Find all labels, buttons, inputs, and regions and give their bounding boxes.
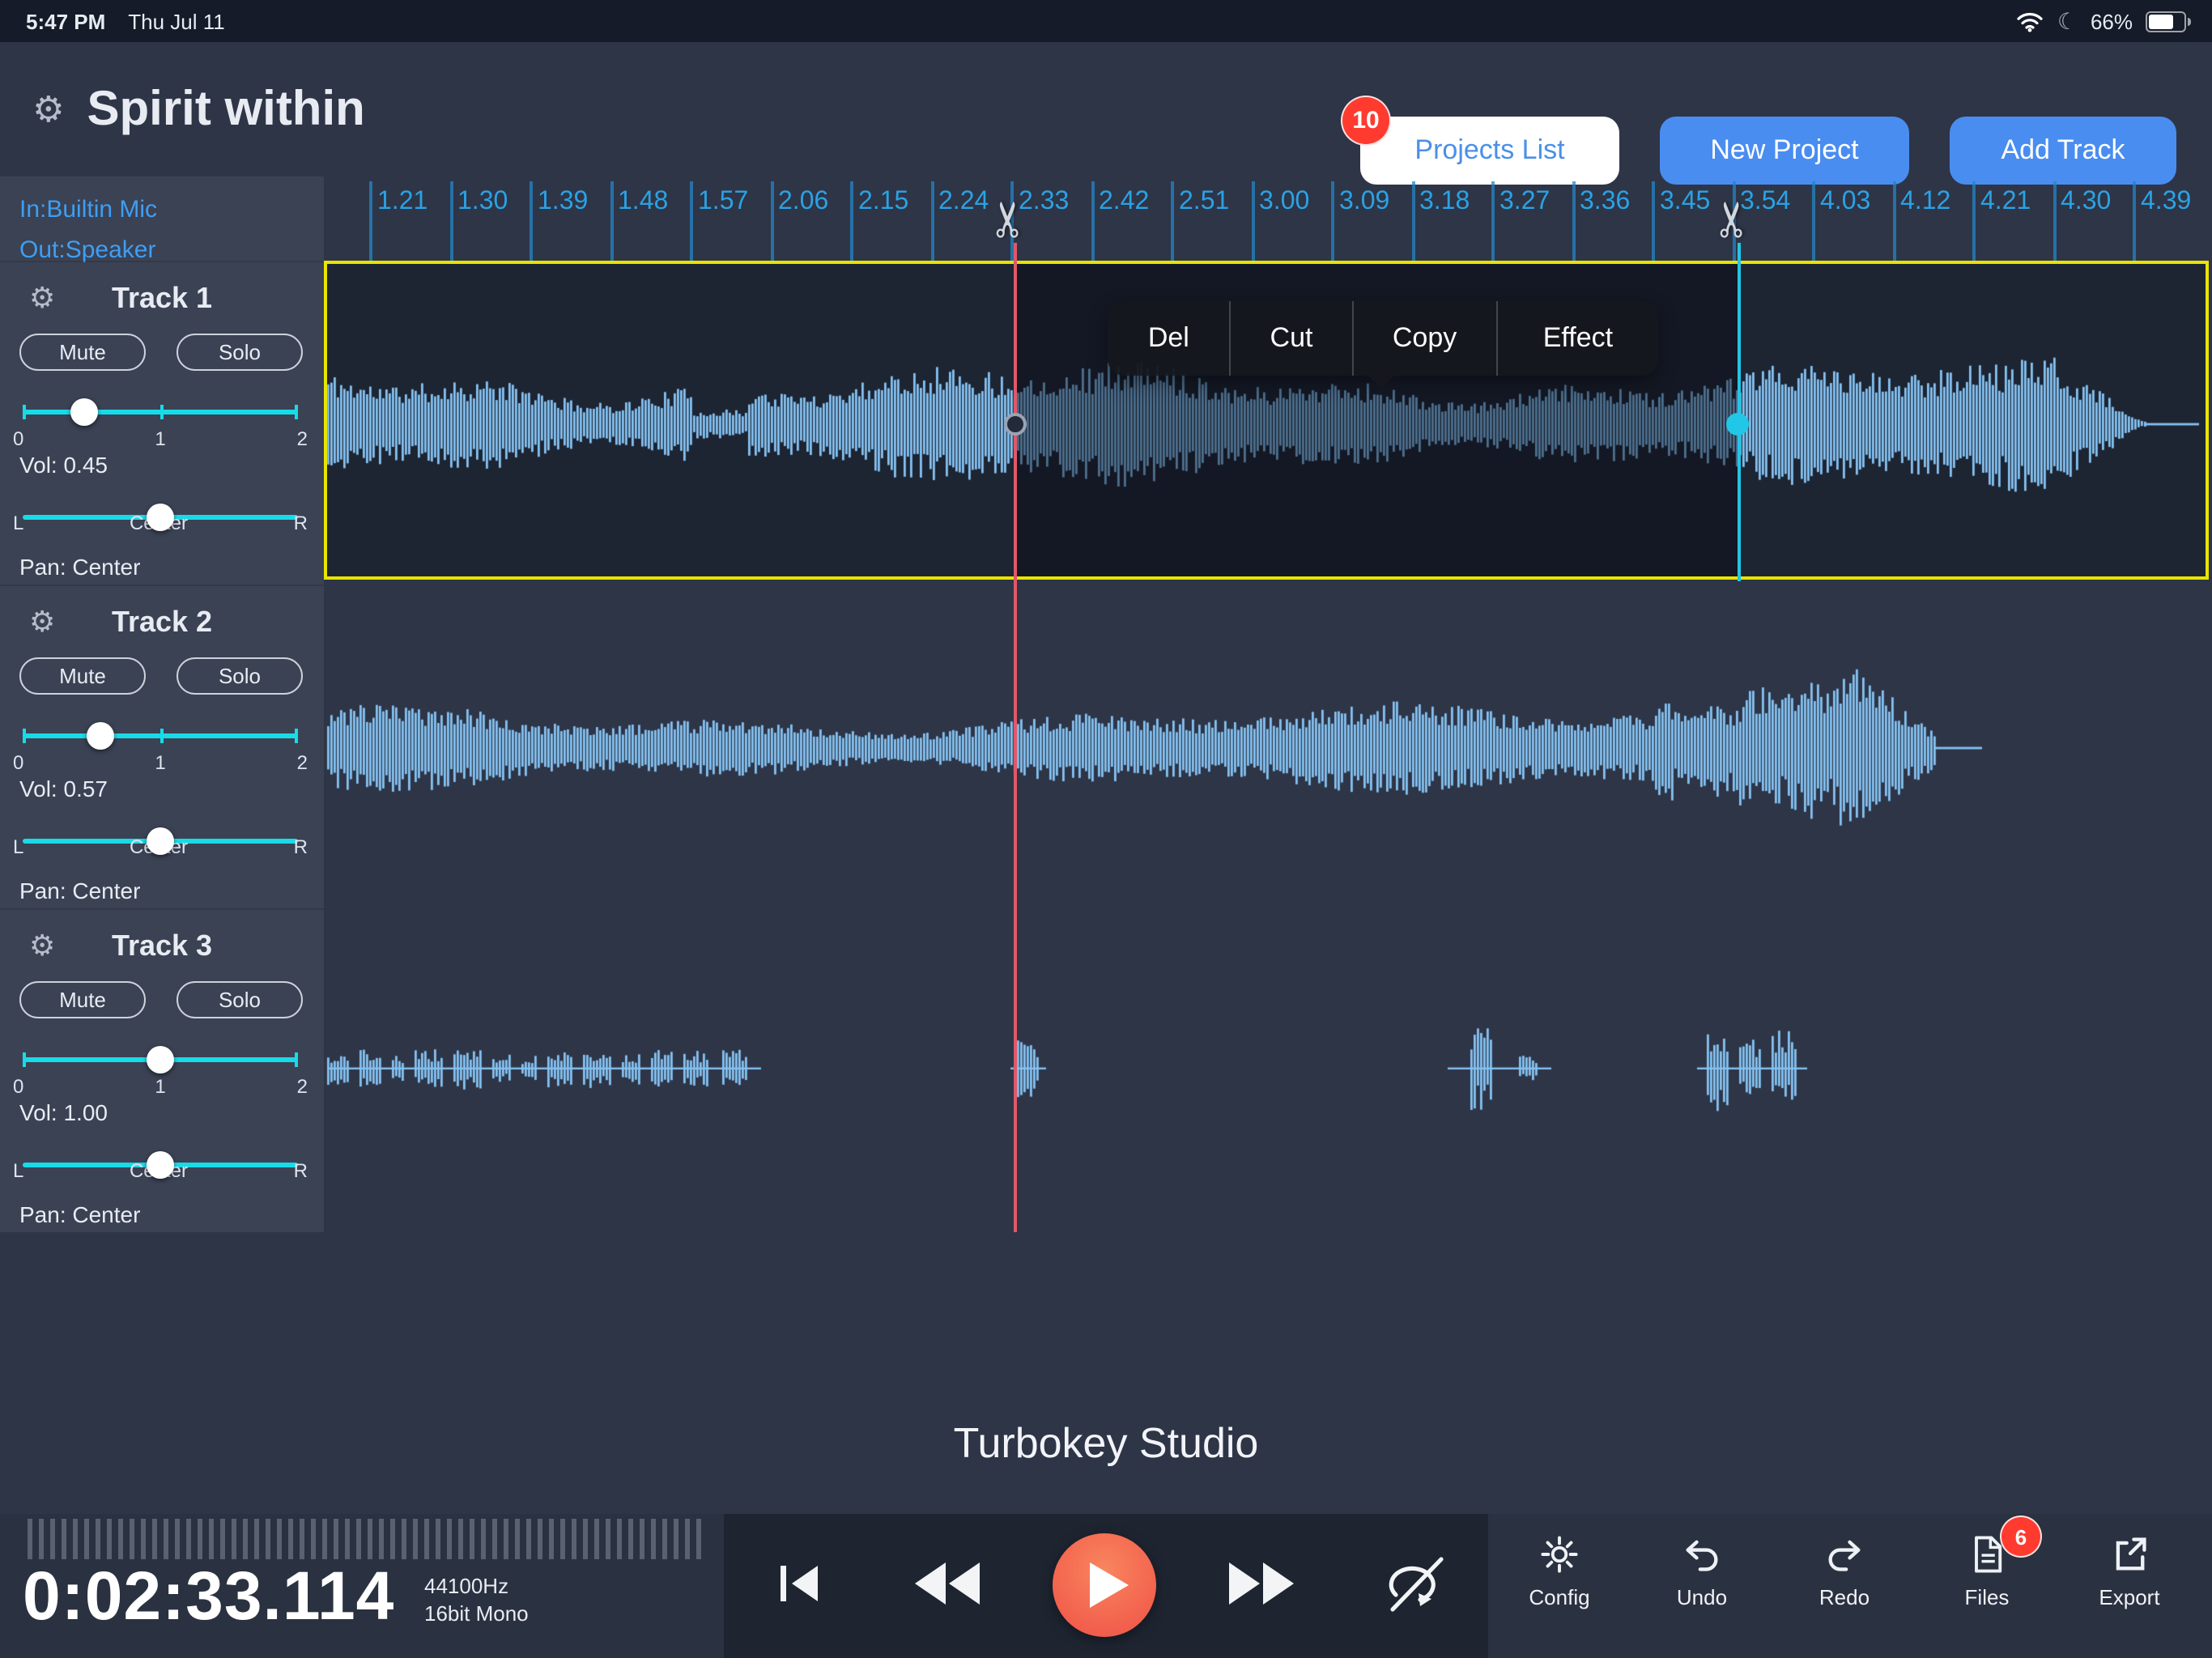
volume-value: Vol: 1.00 [19,1099,108,1125]
volume-value: Vol: 0.45 [19,452,108,478]
volume-slider[interactable] [23,1046,298,1075]
pan-value: Pan: Center [19,878,141,903]
battery-icon [2146,11,2191,32]
mute-button[interactable]: Mute [19,981,146,1018]
app-brand-label: Turbokey Studio [953,1418,1259,1467]
sample-rate: 44100Hz [424,1574,509,1598]
play-button[interactable] [1053,1533,1156,1637]
edit-context-menu: Del Cut Copy Effect [1108,301,1658,376]
gear-icon [1541,1536,1578,1573]
toolbar-label: Redo [1819,1585,1870,1609]
track-panel-3: ⚙ Track 3 Mute Solo 012 Vol: 1.00 LCente… [0,908,324,1234]
track-name: Track 2 [111,606,213,638]
menu-item-effect[interactable]: Effect [1495,301,1658,376]
new-project-label: New Project [1710,134,1859,165]
audio-format-info: 44100Hz 16bit Mono [424,1572,529,1627]
header: ⚙ Spirit within Projects List 10 New Pro… [0,42,2212,185]
audio-input-label[interactable]: In:Builtin Mic [19,189,304,230]
toolbar-files-button[interactable]: Files 6 [1916,1516,2058,1609]
selection-end-line [1738,243,1741,581]
track-name: Track 1 [111,282,213,314]
volume-scale: 012 [13,427,308,450]
volume-scale: 012 [13,751,308,774]
pan-value: Pan: Center [19,554,141,580]
play-icon [1089,1562,1128,1608]
redo-icon [1828,1540,1861,1571]
menu-item-cut[interactable]: Cut [1229,301,1352,376]
battery-percent: 66% [2090,9,2133,33]
volume-thumb[interactable] [87,722,115,750]
clock: 5:47 PM [26,9,106,33]
pan-thumb[interactable] [147,1151,174,1179]
time-display: 0:02:33.114 [23,1558,395,1634]
rewind-button[interactable] [908,1559,986,1613]
playhead-line [1014,243,1017,1232]
projects-badge: 10 [1341,96,1391,146]
mute-button[interactable]: Mute [19,657,146,695]
export-icon [2116,1537,2146,1571]
solo-button[interactable]: Solo [177,334,303,371]
status-bar: 5:47 PM Thu Jul 11 ☾ 66% [0,0,2212,42]
add-track-label: Add Track [2001,134,2125,165]
volume-thumb[interactable] [70,398,99,426]
fast-forward-icon [1229,1562,1294,1605]
pan-thumb[interactable] [147,504,174,531]
fast-forward-button[interactable] [1223,1559,1300,1613]
new-project-button[interactable]: New Project [1660,117,1909,185]
rewind-icon [915,1562,980,1605]
project-title: Spirit within [87,82,365,135]
selection-end-handle[interactable] [1726,413,1749,436]
mute-button[interactable]: Mute [19,334,146,371]
volume-slider[interactable] [23,722,298,751]
settings-gear-icon[interactable]: ⚙ [32,88,64,130]
track-panel-2: ⚙ Track 2 Mute Solo 012 Vol: 0.57 LCente… [0,585,324,910]
skip-to-start-icon [781,1566,818,1601]
wifi-icon [2018,11,2044,32]
toolbar-label: Undo [1676,1585,1728,1609]
context-menu-notch [1367,374,1396,403]
loop-toggle-button[interactable] [1380,1551,1451,1621]
skip-to-start-button[interactable] [772,1556,827,1616]
toolbar-config-button[interactable]: Config [1488,1533,1631,1609]
menu-item-copy[interactable]: Copy [1351,301,1495,376]
track-panel-1: ⚙ Track 1 Mute Solo 012 Vol: 0.45 LCente… [0,261,324,586]
projects-list-button[interactable]: Projects List 10 [1341,96,1619,185]
sidebar: In:Builtin Mic Out:Speaker ⚙ Track 1 Mut… [0,176,324,1232]
undo-icon [1686,1540,1718,1571]
do-not-disturb-moon-icon: ☾ [2057,7,2078,33]
pan-thumb[interactable] [147,827,174,855]
pan-value: Pan: Center [19,1201,141,1227]
add-track-button[interactable]: Add Track [1950,117,2176,185]
loop-off-icon [1389,1557,1444,1612]
toolbar-undo-button[interactable]: Undo [1631,1533,1773,1609]
bit-depth: 16bit Mono [424,1601,529,1626]
trim-end-scissors-icon[interactable]: ✂ [1705,199,1762,240]
toolbar-redo-button[interactable]: Redo [1773,1533,1916,1609]
utility-toolbar: Config Undo Redo Files 6 Export [1488,1516,2201,1609]
projects-list-label: Projects List [1414,134,1565,165]
selection-start-handle[interactable] [1004,413,1027,436]
menu-item-del[interactable]: Del [1108,301,1230,376]
track-name: Track 3 [111,929,213,962]
toolbar-label: Config [1529,1585,1590,1609]
volume-value: Vol: 0.57 [19,776,108,801]
toolbar-export-button[interactable]: Export [2058,1533,2201,1609]
solo-button[interactable]: Solo [177,657,303,695]
level-meter [28,1519,701,1559]
volume-slider[interactable] [23,398,298,427]
files-badge: 6 [2000,1516,2042,1558]
date: Thu Jul 11 [128,9,225,33]
toolbar-label: Export [2099,1585,2160,1609]
volume-scale: 012 [13,1075,308,1098]
solo-button[interactable]: Solo [177,981,303,1018]
volume-thumb[interactable] [147,1046,174,1073]
toolbar-label: Files [1964,1585,2010,1609]
app-window: 5:47 PM Thu Jul 11 ☾ 66% ⚙ Spirit within… [0,0,2212,1658]
trim-start-scissors-icon[interactable]: ✂ [981,199,1038,240]
